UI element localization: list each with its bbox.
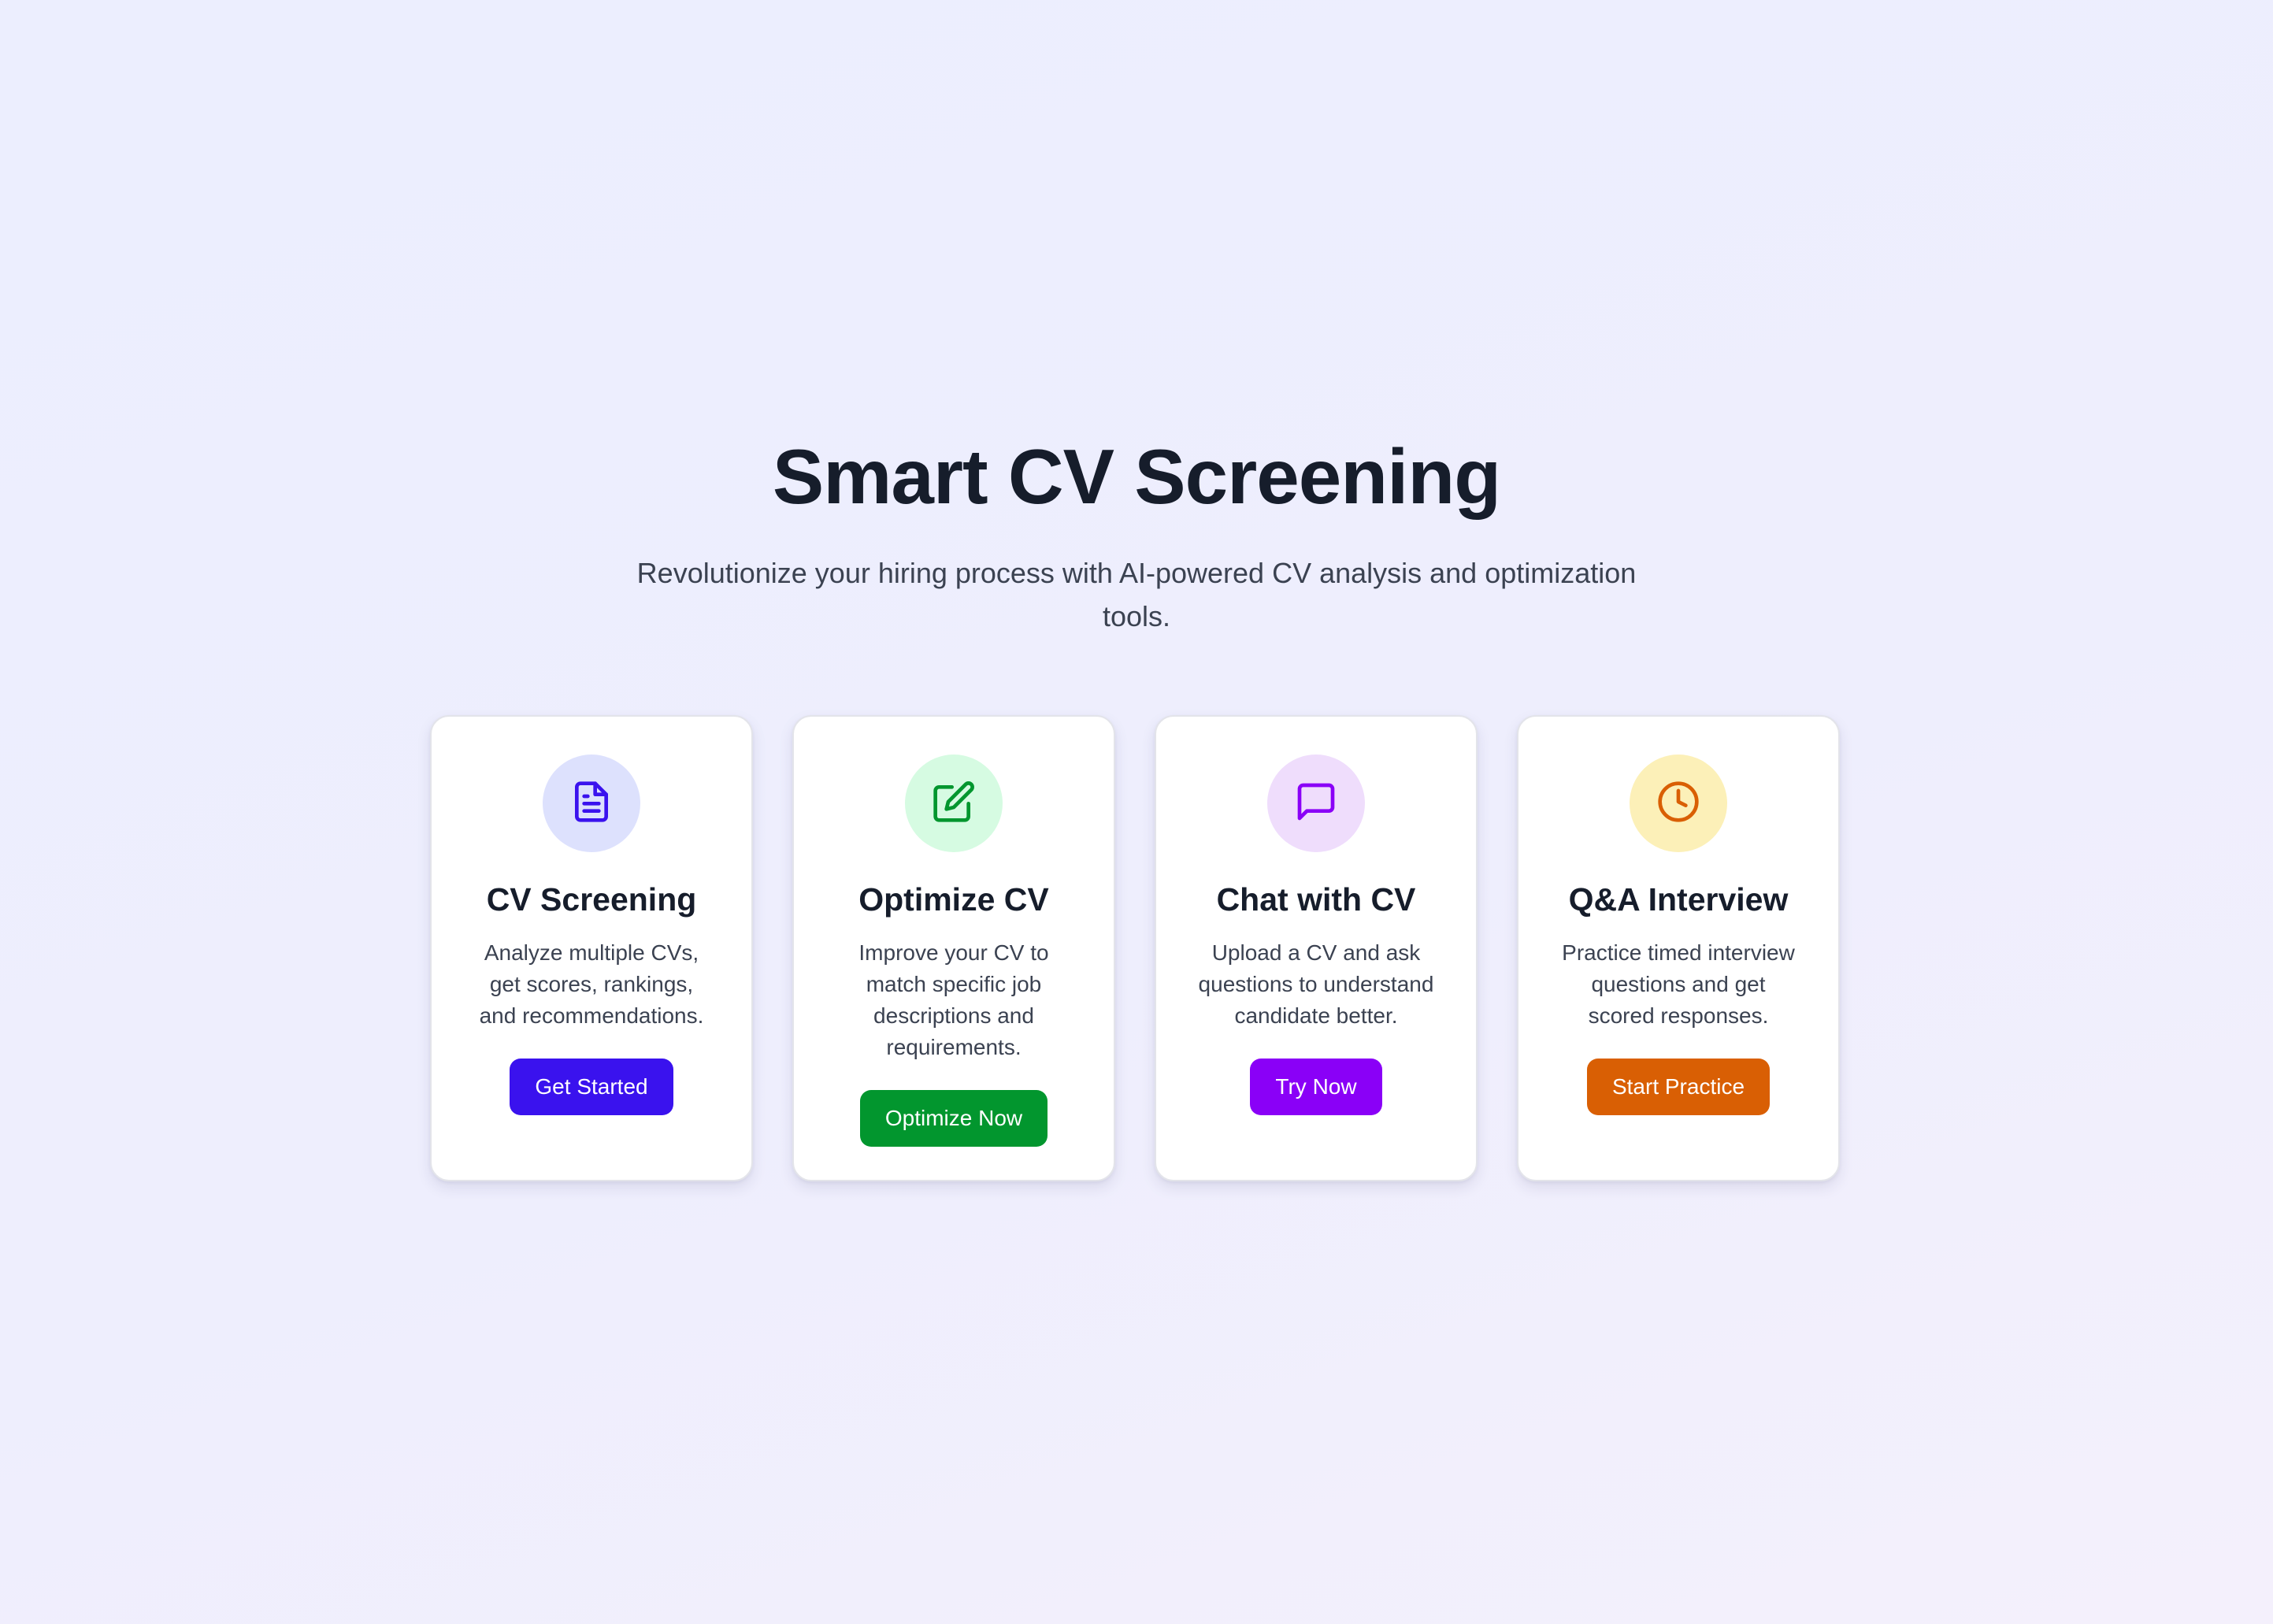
card-description: Improve your CV to match specific job de…: [858, 940, 1049, 1059]
page-title: Smart CV Screening: [772, 433, 1501, 520]
card-title: CV Screening: [486, 881, 697, 918]
edit-icon: [932, 780, 976, 828]
card-icon-circle: [1267, 755, 1365, 852]
card-optimize-cv: Optimize CV Improve your CV to match spe…: [792, 715, 1115, 1181]
start-practice-button[interactable]: Start Practice: [1586, 1059, 1771, 1115]
card-description: Practice timed interview questions and g…: [1562, 940, 1795, 1028]
chat-icon: [1294, 780, 1338, 828]
optimize-now-button[interactable]: Optimize Now: [859, 1090, 1048, 1147]
card-description: Analyze multiple CVs, get scores, rankin…: [479, 940, 704, 1028]
try-now-button[interactable]: Try Now: [1250, 1059, 1382, 1115]
card-title: Q&A Interview: [1568, 881, 1789, 918]
card-title: Chat with CV: [1216, 881, 1416, 918]
card-title: Optimize CV: [858, 881, 1049, 918]
card-cv-screening: CV Screening Analyze multiple CVs, get s…: [430, 715, 753, 1181]
page-subtitle: Revolutionize your hiring process with A…: [636, 557, 1637, 632]
card-icon-circle: [905, 755, 1003, 852]
card-qa-interview: Q&A Interview Practice timed interview q…: [1517, 715, 1840, 1181]
feature-cards: CV Screening Analyze multiple CVs, get s…: [430, 715, 1840, 1181]
document-icon: [569, 780, 614, 828]
card-icon-circle: [543, 755, 640, 852]
card-icon-circle: [1630, 755, 1727, 852]
card-description: Upload a CV and ask questions to underst…: [1198, 940, 1434, 1028]
card-chat-with-cv: Chat with CV Upload a CV and ask questio…: [1155, 715, 1478, 1181]
get-started-button[interactable]: Get Started: [510, 1059, 673, 1115]
clock-icon: [1656, 780, 1700, 828]
hero-section: Smart CV Screening Revolutionize your hi…: [0, 425, 2273, 638]
